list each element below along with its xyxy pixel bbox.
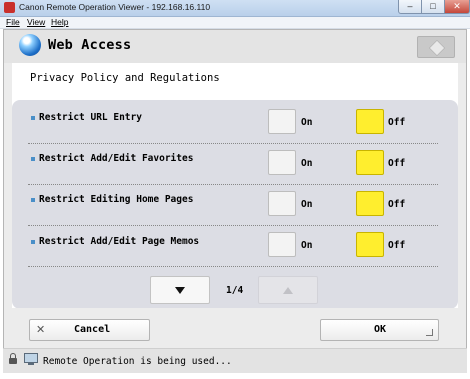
row-divider — [28, 184, 438, 185]
monitor-icon — [24, 353, 38, 363]
menu-view[interactable]: View — [27, 17, 45, 28]
page-down-button[interactable] — [150, 276, 210, 304]
monitor-icon-stand — [28, 363, 34, 365]
enter-icon — [426, 329, 433, 336]
row-label-restrict-add-edit-favorites: Restrict Add/Edit Favorites — [39, 153, 194, 164]
ok-label: OK — [374, 324, 387, 335]
on-label: On — [301, 240, 313, 251]
bullet-icon — [31, 240, 35, 244]
close-button[interactable]: ✕ — [444, 0, 470, 14]
on-label: On — [301, 158, 313, 169]
window-title: Canon Remote Operation Viewer - 192.168.… — [19, 2, 211, 12]
maximize-button[interactable]: □ — [421, 0, 445, 14]
x-icon: ✕ — [36, 324, 46, 336]
on-toggle-restrict-add-edit-page-memos[interactable] — [268, 232, 296, 257]
minimize-button[interactable]: – — [398, 0, 422, 14]
triangle-up-icon — [283, 287, 293, 294]
off-label: Off — [388, 158, 406, 169]
on-toggle-restrict-url-entry[interactable] — [268, 109, 296, 134]
on-label: On — [301, 117, 313, 128]
cancel-button[interactable]: ✕ Cancel — [29, 319, 150, 341]
menu-file[interactable]: File — [6, 17, 20, 28]
off-label: Off — [388, 240, 406, 251]
header-menu-button[interactable] — [417, 36, 455, 58]
row-divider — [28, 143, 438, 144]
page-up-button[interactable] — [258, 276, 318, 304]
page-indicator: 1/4 — [226, 285, 244, 296]
row-divider — [28, 266, 438, 267]
off-label: Off — [388, 117, 406, 128]
row-label-restrict-url-entry: Restrict URL Entry — [39, 112, 142, 123]
row-divider — [28, 225, 438, 226]
bullet-icon — [31, 116, 35, 120]
window-title-bar: Canon Remote Operation Viewer - 192.168.… — [0, 0, 470, 17]
screen-title: Web Access — [48, 37, 132, 53]
app-icon — [4, 2, 15, 13]
off-label: Off — [388, 199, 406, 210]
menu-bar: File View Help — [0, 17, 470, 29]
bullet-icon — [31, 157, 35, 161]
triangle-down-icon — [175, 287, 185, 294]
globe-icon — [19, 34, 41, 56]
cube-icon — [428, 39, 446, 57]
row-label-restrict-add-edit-page-memos: Restrict Add/Edit Page Memos — [39, 236, 200, 247]
lock-icon-body — [9, 358, 17, 364]
on-toggle-restrict-editing-home-pages[interactable] — [268, 191, 296, 216]
on-label: On — [301, 199, 313, 210]
off-toggle-restrict-editing-home-pages[interactable] — [356, 191, 384, 216]
status-text: Remote Operation is being used... — [43, 356, 232, 367]
off-toggle-restrict-add-edit-page-memos[interactable] — [356, 232, 384, 257]
page-subtitle: Privacy Policy and Regulations — [30, 72, 220, 84]
row-label-restrict-editing-home-pages: Restrict Editing Home Pages — [39, 194, 194, 205]
menu-help[interactable]: Help — [51, 17, 68, 28]
cancel-label: Cancel — [74, 324, 111, 335]
ok-button[interactable]: OK — [320, 319, 439, 341]
off-toggle-restrict-url-entry[interactable] — [356, 109, 384, 134]
on-toggle-restrict-add-edit-favorites[interactable] — [268, 150, 296, 175]
off-toggle-restrict-add-edit-favorites[interactable] — [356, 150, 384, 175]
bullet-icon — [31, 198, 35, 202]
